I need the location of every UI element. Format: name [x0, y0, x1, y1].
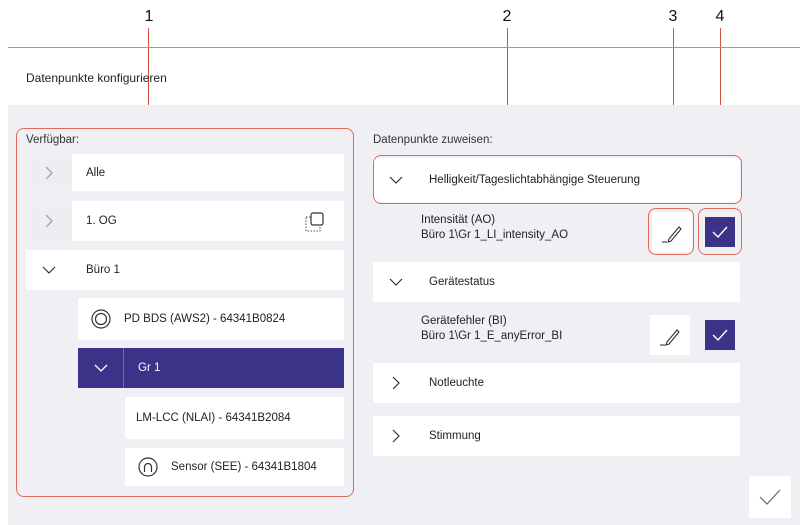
page-title: Datenpunkte konfigurieren	[26, 71, 167, 85]
highlight-check	[698, 208, 742, 255]
chevron-right-icon[interactable]	[373, 363, 419, 403]
datapoint-path: Büro 1\Gr 1_E_anyError_BI	[421, 330, 563, 342]
callout-4: 4	[715, 8, 725, 25]
edit-button[interactable]	[650, 315, 690, 355]
chevron-right-icon[interactable]	[373, 416, 419, 456]
callout-3: 3	[668, 8, 678, 25]
datapoint-name: Intensität (AO)	[421, 214, 496, 226]
group-label: Gerätestatus	[429, 276, 495, 288]
group-geraetestatus[interactable]: Gerätestatus	[373, 262, 740, 302]
check-icon	[759, 489, 781, 505]
highlight-available	[16, 128, 354, 497]
check-icon	[712, 329, 728, 342]
callout-1: 1	[144, 8, 154, 25]
datapoint-path: Büro 1\Gr 1_LI_intensity_AO	[421, 229, 569, 241]
highlight-group	[373, 155, 742, 204]
pencil-icon	[660, 329, 680, 346]
chevron-down-icon[interactable]	[373, 262, 419, 302]
callout-2: 2	[502, 8, 512, 25]
assign-label: Datenpunkte zuweisen:	[373, 134, 493, 146]
group-notleuchte[interactable]: Notleuchte	[373, 363, 740, 403]
group-label: Stimmung	[429, 430, 481, 442]
top-divider	[8, 47, 800, 48]
datapoint-name: Gerätefehler (BI)	[421, 315, 507, 327]
group-stimmung[interactable]: Stimmung	[373, 416, 740, 456]
datapoint-geraetefehler: Gerätefehler (BI) Büro 1\Gr 1_E_anyError…	[421, 314, 562, 344]
confirm-button[interactable]	[749, 476, 791, 518]
group-label: Notleuchte	[429, 377, 484, 389]
assign-checkbox[interactable]	[705, 320, 735, 350]
highlight-edit	[648, 208, 694, 255]
datapoint-intensitaet: Intensität (AO) Büro 1\Gr 1_LI_intensity…	[421, 213, 568, 243]
